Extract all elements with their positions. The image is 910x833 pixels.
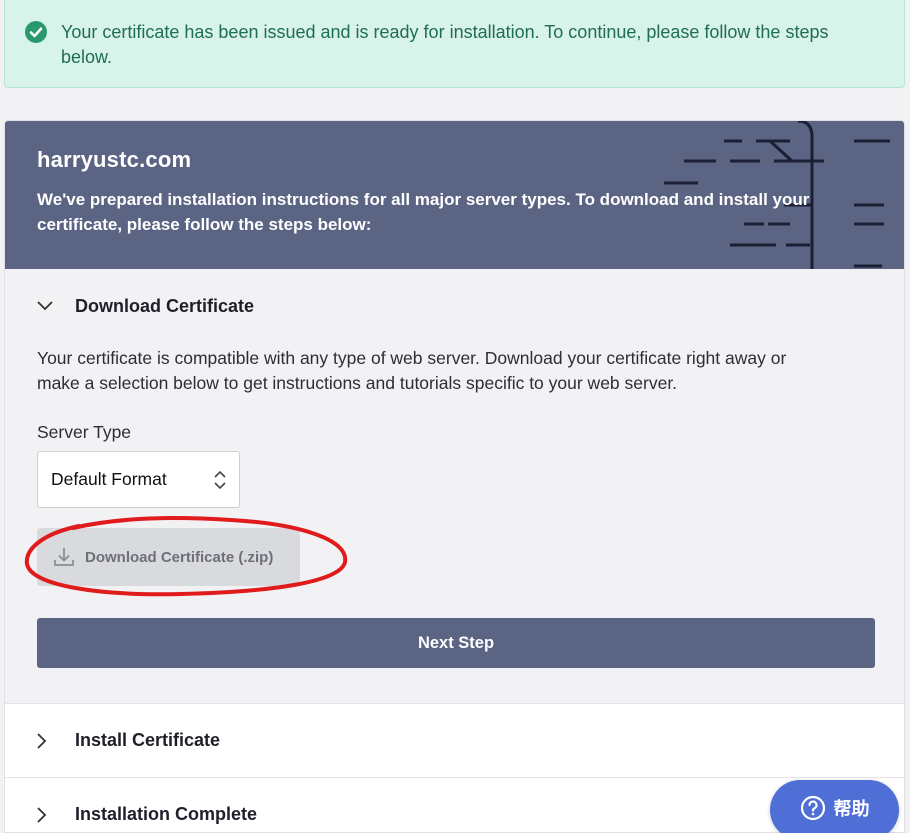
card-subtitle: We've prepared installation instructions… <box>37 190 810 234</box>
check-circle-icon <box>25 21 47 43</box>
alert-message: Your certificate has been issued and is … <box>61 22 829 67</box>
chevron-right-icon <box>37 806 75 823</box>
step-description: Your certificate is compatible with any … <box>37 348 787 393</box>
next-step-button[interactable]: Next Step <box>37 618 875 668</box>
step-header-download[interactable]: Download Certificate <box>37 269 872 343</box>
success-alert: Your certificate has been issued and is … <box>4 0 905 88</box>
download-area: Download Certificate (.zip) <box>24 516 872 597</box>
step-install-certificate[interactable]: Install Certificate <box>5 703 904 777</box>
question-circle-icon <box>800 795 825 821</box>
chevron-down-icon <box>37 301 75 311</box>
help-button[interactable]: 帮助 <box>770 780 899 833</box>
download-icon <box>54 548 74 566</box>
server-type-value: Default Format <box>51 469 167 489</box>
step-title: Install Certificate <box>75 730 221 750</box>
certificate-card: harryustc.com We've prepared installatio… <box>4 120 905 833</box>
up-down-arrows-icon <box>214 470 226 489</box>
server-type-select[interactable]: Default Format <box>37 451 240 508</box>
help-label: 帮助 <box>833 799 870 819</box>
download-certificate-button[interactable]: Download Certificate (.zip) <box>37 528 300 586</box>
server-type-label: Server Type <box>37 422 132 442</box>
step-installation-complete[interactable]: Installation Complete <box>5 777 904 832</box>
card-header: harryustc.com We've prepared installatio… <box>5 121 904 269</box>
step-title: Download Certificate <box>75 295 255 316</box>
step-title: Installation Complete <box>75 804 258 824</box>
step-download-certificate: Download Certificate Your certificate is… <box>5 269 904 703</box>
download-label: Download Certificate (.zip) <box>85 548 274 566</box>
chevron-right-icon <box>37 732 75 749</box>
